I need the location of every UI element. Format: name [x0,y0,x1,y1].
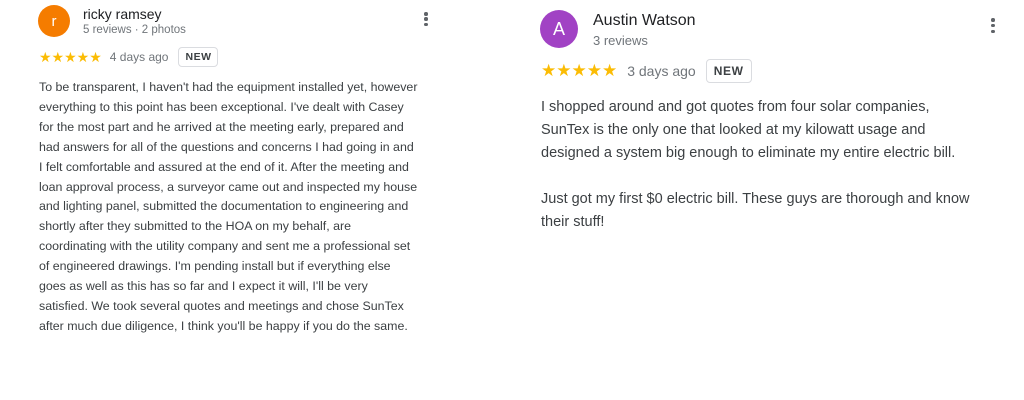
rating-row: ★★★★★ 4 days ago NEW [39,47,219,67]
more-vert-icon[interactable] [991,18,995,33]
author-review-count: 5 reviews · 2 photos [83,24,186,36]
author-review-count: 3 reviews [593,33,648,48]
author-name[interactable]: Austin Watson [593,12,696,30]
avatar[interactable]: r [38,5,70,37]
more-vert-icon[interactable] [424,12,428,26]
avatar[interactable]: A [540,10,578,48]
review-text: To be transparent, I haven't had the equ… [39,78,419,337]
new-badge: NEW [705,59,752,83]
review-date: 3 days ago [627,63,696,79]
review-paragraph: Just got my first $0 electric bill. Thes… [541,191,970,230]
review-paragraph: To be transparent, I haven't had the equ… [39,80,418,333]
star-rating-icon: ★★★★★ [541,61,618,80]
review-paragraph: I shopped around and got quotes from fou… [541,99,956,161]
new-badge: NEW [178,47,219,67]
rating-row: ★★★★★ 3 days ago NEW [541,59,752,83]
review-card: A Austin Watson 3 reviews ★★★★★ 3 days a… [512,0,1024,400]
review-date: 4 days ago [109,50,169,64]
review-card: r ricky ramsey 5 reviews · 2 photos ★★★★… [0,0,440,400]
review-text: I shopped around and got quotes from fou… [541,96,971,234]
star-rating-icon: ★★★★★ [39,48,102,65]
author-name[interactable]: ricky ramsey [83,6,162,22]
